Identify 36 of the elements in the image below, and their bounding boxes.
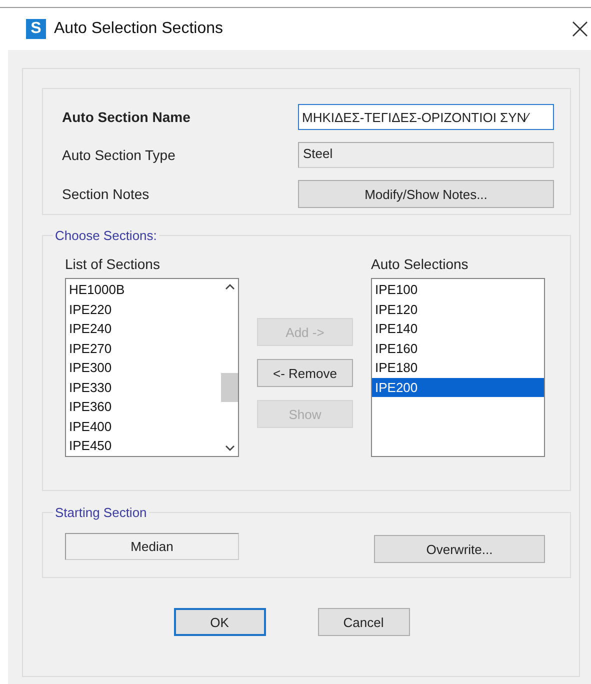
starting-section-field: Median: [65, 533, 239, 560]
close-icon[interactable]: [572, 21, 588, 37]
scroll-down-icon[interactable]: [224, 444, 234, 452]
section-list-item[interactable]: IPE300: [66, 358, 221, 378]
scroll-up-icon[interactable]: [224, 283, 234, 291]
window-title: Auto Selection Sections: [54, 20, 224, 38]
auto-selection-item[interactable]: IPE100: [372, 280, 544, 300]
field-label: Auto Section Name: [62, 109, 192, 125]
field-label: Auto Section Type: [62, 147, 176, 163]
group-legend: Choose Sections:: [53, 228, 159, 243]
transfer-button[interactable]: <- Remove: [257, 359, 353, 387]
section-list-item[interactable]: IPE450: [66, 436, 221, 456]
list-label: Auto Selections: [371, 256, 470, 272]
dialog-button[interactable]: Cancel: [318, 608, 410, 636]
group-legend: Starting Section: [53, 505, 149, 520]
section-list-item[interactable]: IPE270: [66, 338, 221, 358]
field-label: Section Notes: [62, 186, 150, 202]
dialog-button[interactable]: OK: [174, 608, 266, 636]
auto-selection-item[interactable]: IPE160: [372, 338, 544, 358]
auto-selection-item[interactable]: IPE200: [372, 378, 544, 397]
section-list-item[interactable]: IPE360: [66, 397, 221, 416]
type-field: Steel: [298, 142, 554, 168]
section-list-item[interactable]: IPE330: [66, 378, 221, 397]
auto-selection-item[interactable]: IPE120: [372, 300, 544, 319]
section-list-item[interactable]: IPE220: [66, 300, 221, 319]
app-logo: S: [26, 19, 46, 39]
section-list-item[interactable]: HE1000B: [66, 280, 221, 300]
auto-selection-item[interactable]: IPE180: [372, 358, 544, 378]
section-list-item[interactable]: IPE240: [66, 319, 221, 338]
section-list-item[interactable]: IPE400: [66, 416, 221, 436]
scrollbar-thumb[interactable]: [221, 373, 238, 402]
name-input-field[interactable]: ΜΗΚΙΔΕΣ-ΤΕΓΙΔΕΣ-ΟΡΙΖΟΝΤΙΟΙ ΣΥΝ⁄: [298, 104, 554, 130]
auto-selection-item[interactable]: IPE140: [372, 319, 544, 338]
list-label: List of Sections: [65, 256, 161, 272]
notes-button[interactable]: Modify/Show Notes...: [298, 180, 554, 208]
overwrite-button[interactable]: Overwrite...: [374, 535, 545, 563]
